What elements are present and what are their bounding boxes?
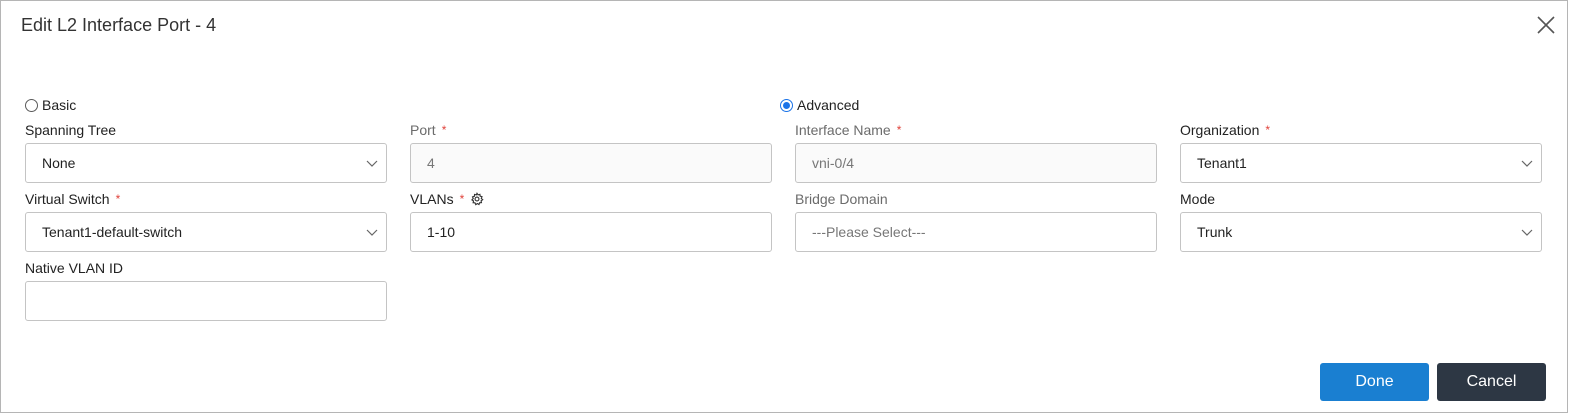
mode-label: Mode (1180, 191, 1216, 207)
port-field: Port * 4 (410, 121, 772, 183)
port-label: Port * (410, 122, 447, 138)
chevron-down-icon (1521, 229, 1533, 236)
radio-basic-label: Basic (42, 97, 77, 113)
required-marker: * (441, 123, 447, 137)
chevron-down-icon (1521, 160, 1533, 167)
mode-select[interactable]: Trunk (1180, 212, 1542, 252)
native-vlan-label: Native VLAN ID (25, 260, 124, 276)
done-button[interactable]: Done (1320, 363, 1429, 401)
cancel-button[interactable]: Cancel (1437, 363, 1546, 401)
radio-advanced[interactable]: Advanced (780, 97, 859, 113)
radio-basic[interactable]: Basic (25, 97, 76, 113)
port-input[interactable]: 4 (410, 143, 772, 183)
virtual-switch-field: Virtual Switch * Tenant1-default-switch (25, 190, 387, 252)
chevron-down-icon (366, 229, 378, 236)
interface-name-input[interactable]: vni-0/4 (795, 143, 1157, 183)
radio-advanced-circle[interactable] (780, 98, 793, 112)
vlans-input[interactable]: 1-10 (410, 212, 772, 252)
interface-name-value: vni-0/4 (812, 155, 855, 171)
vlans-field: VLANs * 1-10 (410, 190, 772, 252)
spanning-tree-label: Spanning Tree (25, 122, 117, 138)
mode-field: Mode Trunk (1180, 190, 1542, 252)
spanning-tree-select[interactable]: None (25, 143, 387, 183)
edit-interface-dialog: Edit L2 Interface Port - 4 Basic Advance… (0, 0, 1568, 413)
radio-basic-circle[interactable] (25, 98, 38, 112)
virtual-switch-select[interactable]: Tenant1-default-switch (25, 212, 387, 252)
chevron-down-icon (366, 160, 378, 167)
required-marker: * (115, 192, 121, 206)
required-marker: * (896, 123, 902, 137)
vlans-label: VLANs * (410, 190, 772, 208)
bridge-domain-field: Bridge Domain ---Please Select--- (795, 190, 1157, 252)
organization-label: Organization * (1180, 122, 1271, 138)
organization-field: Organization * Tenant1 (1180, 121, 1542, 183)
gear-icon[interactable] (470, 192, 484, 206)
organization-select[interactable]: Tenant1 (1180, 143, 1542, 183)
spanning-tree-field: Spanning Tree None (25, 121, 387, 183)
virtual-switch-value: Tenant1-default-switch (42, 224, 183, 240)
interface-name-field: Interface Name * vni-0/4 (795, 121, 1157, 183)
port-value: 4 (427, 155, 435, 171)
native-vlan-field: Native VLAN ID (25, 259, 387, 321)
organization-value: Tenant1 (1197, 155, 1247, 171)
bridge-domain-label: Bridge Domain (795, 191, 888, 207)
radio-advanced-label: Advanced (797, 97, 860, 113)
native-vlan-input[interactable] (25, 281, 387, 321)
bridge-domain-select[interactable]: ---Please Select--- (795, 212, 1157, 252)
mode-value: Trunk (1197, 224, 1233, 240)
required-marker: * (459, 192, 465, 206)
dialog-title: Edit L2 Interface Port - 4 (21, 15, 217, 35)
vlans-value: 1-10 (427, 224, 456, 240)
virtual-switch-label: Virtual Switch * (25, 191, 121, 207)
required-marker: * (1265, 123, 1271, 137)
interface-name-label: Interface Name * (795, 122, 902, 138)
spanning-tree-value: None (42, 155, 76, 171)
close-icon[interactable] (1534, 13, 1558, 37)
bridge-domain-placeholder: ---Please Select--- (812, 224, 926, 240)
